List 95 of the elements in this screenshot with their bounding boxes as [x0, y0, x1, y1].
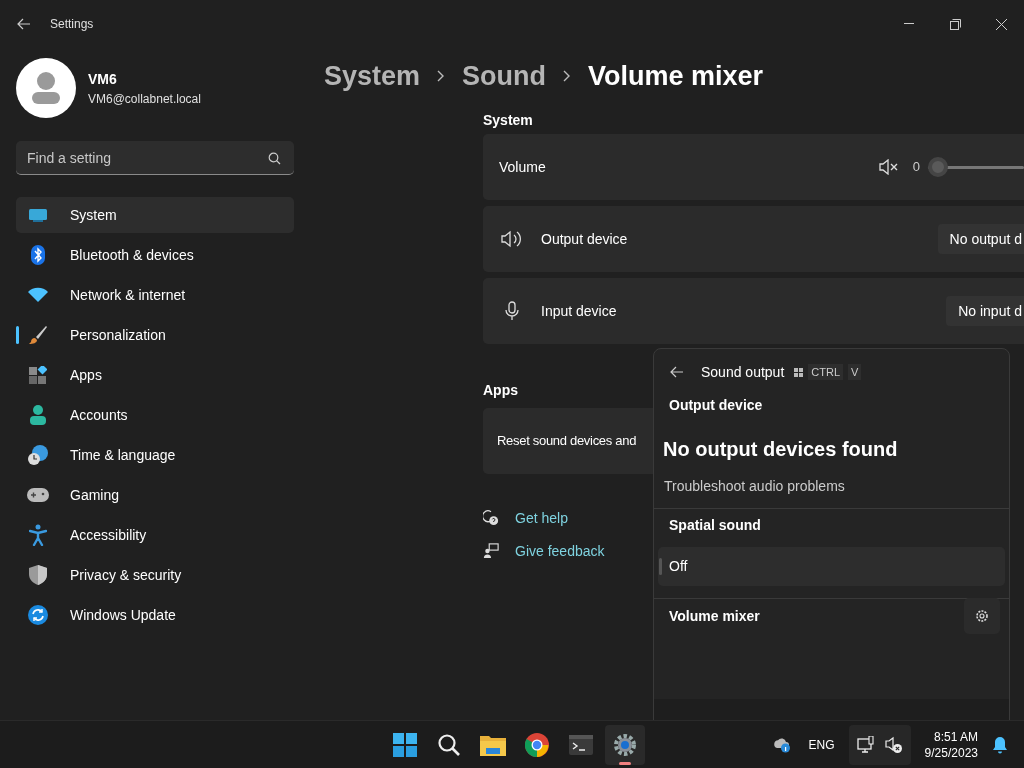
- section-heading: Volume mixer: [669, 606, 760, 626]
- device-dropdown[interactable]: No output d: [937, 224, 1024, 254]
- user-name: VM6: [88, 69, 118, 89]
- accessibility-icon: [29, 524, 47, 546]
- gear-icon: [613, 733, 637, 757]
- help-link[interactable]: Get help: [515, 507, 568, 529]
- search-icon: [437, 733, 461, 757]
- option-label: Off: [669, 557, 688, 576]
- search-icon[interactable]: [268, 152, 281, 165]
- section-heading: Output device: [668, 396, 764, 415]
- chevron-right-icon: [563, 70, 572, 82]
- breadcrumb-item[interactable]: Sound: [462, 55, 547, 97]
- spatial-sound-option[interactable]: Off: [658, 547, 1005, 586]
- setting-label: Volume: [499, 157, 546, 177]
- windows-logo-icon: [393, 733, 417, 757]
- section-heading: System: [483, 111, 534, 130]
- folder-icon: [480, 734, 506, 756]
- setting-label: Output device: [541, 229, 628, 249]
- nav-label: Accessibility: [70, 525, 147, 545]
- nav-label: Accounts: [70, 405, 128, 425]
- feedback-icon: [483, 542, 499, 560]
- help-icon: [483, 509, 499, 527]
- volume-slider[interactable]: [928, 157, 1024, 177]
- tray-button[interactable]: [848, 725, 911, 765]
- nav-item[interactable]: Personalization: [16, 317, 294, 353]
- nav-label: Bluetooth & devices: [70, 245, 194, 265]
- clock-date[interactable]: 9/25/2023: [924, 745, 978, 761]
- device-dropdown[interactable]: No input d: [946, 296, 1024, 326]
- monitor-icon: [28, 207, 48, 223]
- nav-item[interactable]: Network & internet: [16, 277, 294, 313]
- nav-item[interactable]: Windows Update: [16, 597, 294, 633]
- nav-item[interactable]: Apps: [16, 357, 294, 393]
- section-heading: Spatial sound: [668, 516, 762, 535]
- notification-bell-icon[interactable]: [992, 736, 1008, 754]
- muted-speaker-icon[interactable]: [878, 159, 899, 175]
- nav-label: Apps: [70, 365, 102, 385]
- nav-item[interactable]: Gaming: [16, 477, 294, 513]
- section-heading: Apps: [483, 381, 518, 400]
- nav-label: Gaming: [70, 485, 120, 505]
- setting-label: Input device: [541, 301, 617, 321]
- user-email: VM6@collabnet.local: [88, 90, 201, 108]
- network-monitor-icon: [856, 736, 875, 754]
- search-field[interactable]: Find a setting: [16, 141, 294, 175]
- breadcrumb-item[interactable]: System: [324, 55, 421, 97]
- flyout-title: Sound output: [701, 362, 785, 382]
- window-title: Settings: [50, 16, 94, 33]
- nav-label: Time & language: [70, 445, 176, 465]
- apps-icon: [29, 366, 47, 384]
- nav-label: Personalization: [70, 325, 166, 345]
- nav-label: Privacy & security: [70, 565, 182, 585]
- shortcut-key: V: [848, 363, 862, 381]
- microphone-icon: [505, 301, 519, 321]
- nav-item[interactable]: Bluetooth & devices: [16, 237, 294, 273]
- gamepad-icon: [27, 488, 49, 502]
- nav-item[interactable]: Accounts: [16, 397, 294, 433]
- paintbrush-icon: [28, 325, 48, 345]
- chrome-icon: [525, 733, 549, 757]
- cloud-info-icon[interactable]: [772, 737, 791, 753]
- clock-time[interactable]: 8:51 AM: [933, 729, 978, 745]
- settings-icon: [975, 609, 989, 623]
- speaker-error-icon: [884, 736, 903, 754]
- setting-card[interactable]: Reset sound devices and: [483, 408, 653, 474]
- settings-button[interactable]: [964, 598, 1000, 634]
- avatar: [16, 58, 76, 118]
- empty-message: No output devices found: [662, 437, 899, 462]
- nav-item[interactable]: System: [16, 197, 294, 233]
- taskbar-button[interactable]: [605, 725, 645, 765]
- windows-key-icon: [794, 367, 804, 377]
- breadcrumb-item: Volume mixer: [588, 59, 764, 93]
- globe-clock-icon: [28, 445, 48, 465]
- shortcut-key: CTRL: [808, 363, 844, 381]
- language-indicator[interactable]: ENG: [808, 736, 835, 754]
- minimize-icon: [904, 23, 914, 25]
- setting-label: Reset sound devices and: [497, 432, 637, 451]
- refresh-icon: [28, 605, 48, 625]
- nav-label: System: [70, 205, 117, 225]
- close-icon: [995, 18, 1007, 30]
- chevron-right-icon: [437, 70, 446, 82]
- bluetooth-icon: [30, 245, 46, 265]
- troubleshoot-link[interactable]: Troubleshoot audio problems: [654, 476, 1009, 497]
- nav-item[interactable]: Time & language: [16, 437, 294, 473]
- nav-label: Windows Update: [70, 605, 176, 625]
- wifi-icon: [28, 287, 48, 303]
- nav-label: Network & internet: [70, 285, 186, 305]
- help-link[interactable]: Give feedback: [515, 540, 605, 562]
- speaker-icon: [501, 230, 523, 248]
- restore-icon: [949, 18, 961, 30]
- person-icon: [29, 405, 47, 425]
- nav-item[interactable]: Accessibility: [16, 517, 294, 553]
- back-arrow-icon[interactable]: [670, 366, 684, 378]
- terminal-icon: [569, 735, 593, 755]
- shield-icon: [29, 565, 47, 585]
- volume-reading: 0: [912, 158, 920, 177]
- nav-item[interactable]: Privacy & security: [16, 557, 294, 593]
- back-arrow-icon[interactable]: [17, 18, 31, 30]
